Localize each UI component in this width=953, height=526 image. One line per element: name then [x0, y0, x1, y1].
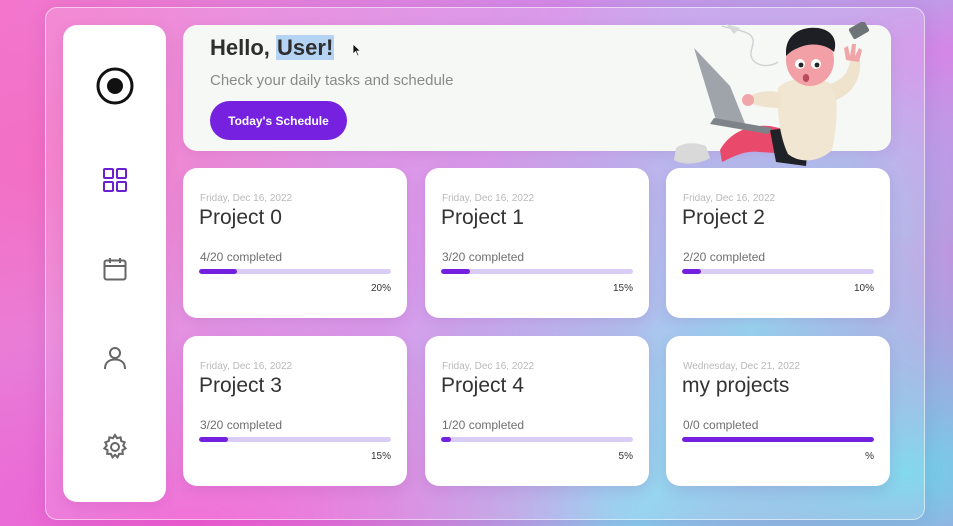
project-date: Friday, Dec 16, 2022 [200, 361, 293, 372]
project-percent: 10% [853, 283, 874, 294]
logo-circle-icon[interactable] [63, 66, 166, 106]
greeting-prefix: Hello, [210, 35, 270, 60]
project-completed-count: 2/20 completed [683, 250, 766, 264]
sidebar [63, 25, 166, 502]
project-progress-fill [682, 269, 702, 274]
project-percent: 15% [370, 451, 391, 462]
calendar-icon[interactable] [63, 256, 166, 282]
project-date: Friday, Dec 16, 2022 [442, 193, 535, 204]
project-progress-fill [441, 437, 451, 442]
user-icon[interactable] [63, 345, 166, 371]
todays-schedule-button[interactable]: Today's Schedule [210, 101, 347, 140]
project-completed-count: 1/20 completed [442, 418, 525, 432]
project-progress-bar [199, 437, 391, 442]
project-completed-count: 0/0 completed [683, 418, 759, 432]
greeting-heading: Hello, User! [210, 35, 335, 61]
project-progress-bar [441, 269, 633, 274]
project-date: Friday, Dec 16, 2022 [442, 361, 535, 372]
project-date: Friday, Dec 16, 2022 [200, 193, 293, 204]
greeting-username: User! [276, 35, 335, 60]
project-title: Project 1 [441, 206, 524, 229]
project-title: my projects [682, 374, 790, 397]
person-with-laptop-illustration [674, 22, 870, 166]
project-percent: 15% [612, 283, 633, 294]
project-percent: 20% [370, 283, 391, 294]
project-progress-bar [199, 269, 391, 274]
project-card[interactable]: Friday, Dec 16, 2022 Project 4 1/20 comp… [425, 336, 649, 486]
project-completed-count: 3/20 completed [442, 250, 525, 264]
project-progress-fill [682, 437, 874, 442]
project-card[interactable]: Friday, Dec 16, 2022 Project 0 4/20 comp… [183, 168, 407, 318]
mouse-cursor-icon [352, 43, 362, 57]
project-progress-fill [199, 437, 228, 442]
project-card[interactable]: Friday, Dec 16, 2022 Project 3 3/20 comp… [183, 336, 407, 486]
project-percent: 5% [618, 451, 633, 462]
project-percent: % [865, 451, 874, 462]
project-progress-bar [441, 437, 633, 442]
project-progress-fill [441, 269, 470, 274]
project-progress-bar [682, 437, 874, 442]
project-date: Friday, Dec 16, 2022 [683, 193, 776, 204]
project-date: Wednesday, Dec 21, 2022 [683, 361, 800, 372]
project-completed-count: 4/20 completed [200, 250, 283, 264]
gear-icon[interactable] [63, 433, 166, 461]
project-progress-bar [682, 269, 874, 274]
grid-dashboard-icon[interactable] [63, 167, 166, 193]
project-title: Project 3 [199, 374, 282, 397]
project-card[interactable]: Friday, Dec 16, 2022 Project 2 2/20 comp… [666, 168, 890, 318]
project-title: Project 2 [682, 206, 765, 229]
project-card[interactable]: Wednesday, Dec 21, 2022 my projects 0/0 … [666, 336, 890, 486]
project-completed-count: 3/20 completed [200, 418, 283, 432]
banner-subtitle: Check your daily tasks and schedule [210, 72, 454, 89]
project-card[interactable]: Friday, Dec 16, 2022 Project 1 3/20 comp… [425, 168, 649, 318]
project-title: Project 4 [441, 374, 524, 397]
project-title: Project 0 [199, 206, 282, 229]
project-progress-fill [199, 269, 238, 274]
